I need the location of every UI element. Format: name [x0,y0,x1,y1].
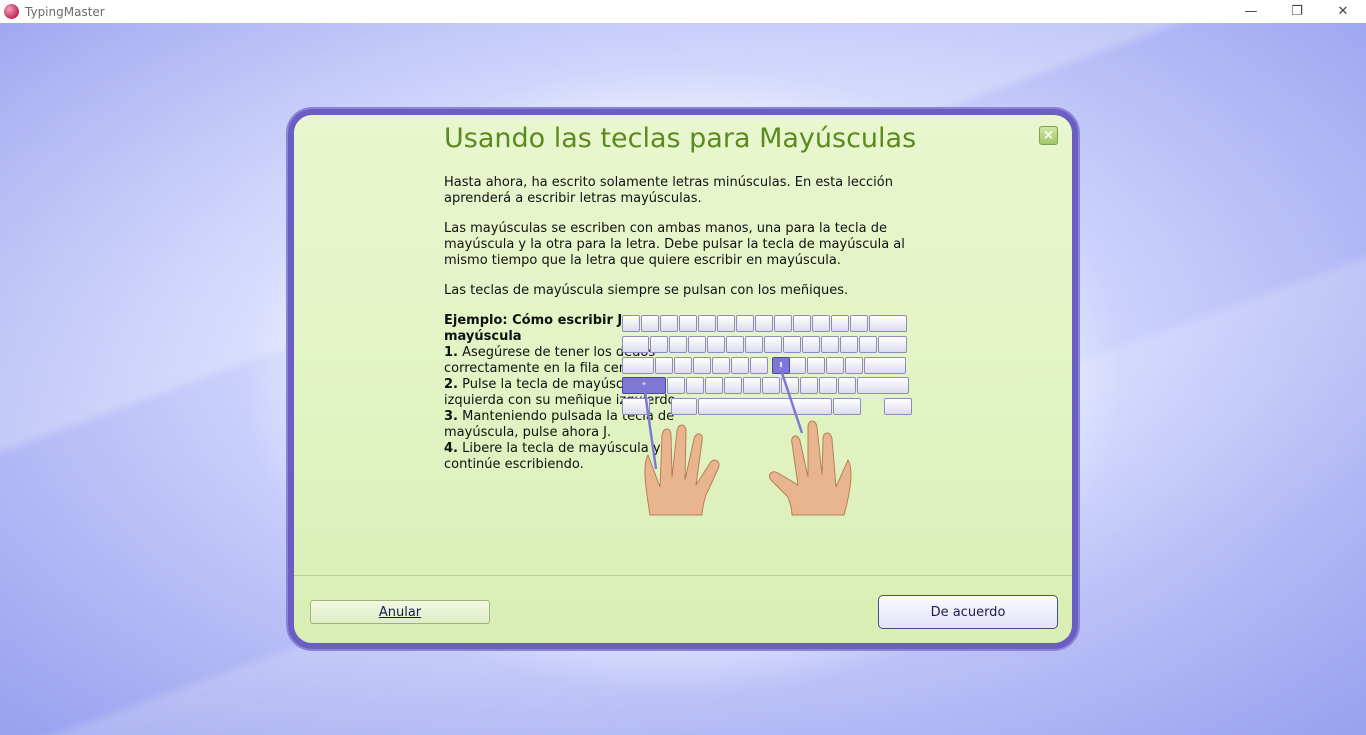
minimize-button[interactable]: — [1228,0,1274,23]
ok-button[interactable]: De acuerdo [878,595,1058,629]
close-icon: × [1043,128,1054,143]
intro-paragraph: Hasta ahora, ha escrito solamente letras… [444,175,893,206]
window-title: TypingMaster [25,4,105,19]
hands-svg [642,366,852,516]
restore-button[interactable]: ❐ [1274,0,1320,23]
dialog-separator [294,575,1072,576]
cancel-button[interactable]: Anular [310,600,490,624]
dialog-close-button[interactable]: × [1039,126,1058,145]
window-controls: — ❐ ✕ [1228,0,1366,23]
pinky-paragraph: Las teclas de mayúscula siempre se pulsa… [444,283,849,298]
title-bar: TypingMaster — ❐ ✕ [0,0,1366,23]
right-hand-icon [769,420,852,516]
left-hand-icon [644,424,720,516]
keyboard-hands-illustration: ⇧ J [622,315,914,519]
dialog-title: Usando las teclas para Mayúsculas [444,123,917,154]
pinky-pointer-line [642,384,658,470]
step-number: 1. [444,345,458,360]
step-number: 4. [444,441,458,456]
app-logo-icon [4,4,19,19]
index-pointer-line [778,366,804,434]
step-number: 2. [444,377,458,392]
explanation-paragraph: Las mayúsculas se escriben con ambas man… [444,221,905,268]
close-window-button[interactable]: ✕ [1320,0,1366,23]
example-heading: Ejemplo: Cómo escribir J mayúscula [444,313,623,344]
step-number: 3. [444,409,458,424]
